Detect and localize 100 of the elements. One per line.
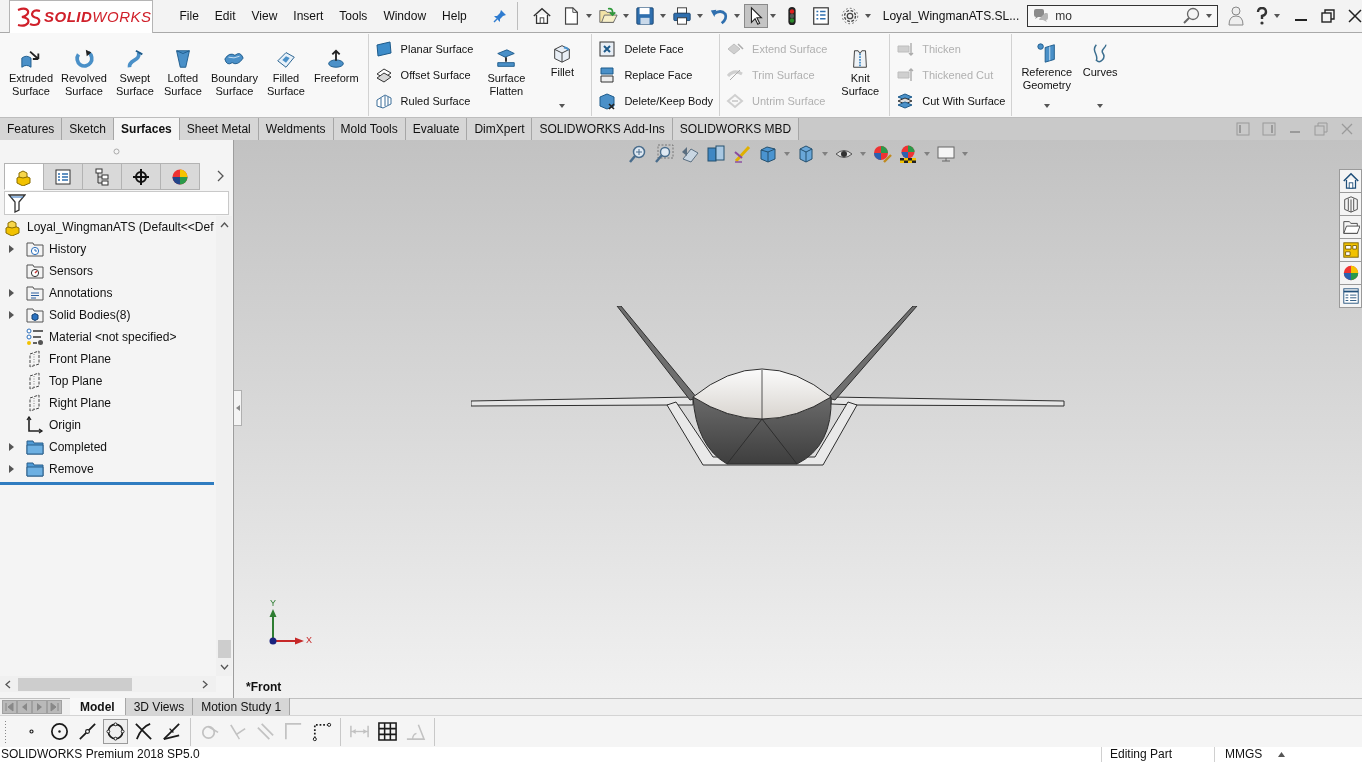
command-tab[interactable]: Features — [0, 118, 63, 140]
tree-item[interactable]: Origin — [49, 416, 81, 434]
bottom-tab[interactable]: 3D Views — [125, 698, 194, 715]
ribbon-button[interactable]: Fillet — [539, 34, 586, 116]
tree-item[interactable]: Sensors — [49, 262, 94, 280]
ribbon-button[interactable]: Knit Surface — [837, 34, 884, 116]
scroll-left-icon[interactable] — [5, 679, 11, 689]
help-icon[interactable] — [1256, 7, 1268, 25]
tree-item[interactable]: Remove — [49, 460, 94, 478]
tree-item[interactable]: Material <not specified> — [49, 328, 177, 346]
menu-item[interactable]: Edit — [206, 6, 244, 26]
zoom-area-icon[interactable] — [654, 144, 674, 164]
command-tab[interactable]: Weldments — [258, 118, 334, 140]
ribbon-list-button[interactable]: Planar Surface — [374, 36, 474, 62]
ribbon-button[interactable]: Reference Geometry — [1018, 34, 1076, 116]
search-field[interactable]: mo — [1027, 5, 1218, 27]
tree-item[interactable]: Solid Bodies(8) — [49, 306, 131, 324]
grid-icon[interactable] — [375, 719, 400, 744]
close-icon[interactable] — [1348, 9, 1362, 23]
section-view-icon[interactable] — [706, 144, 726, 164]
bottom-tab[interactable]: Model — [70, 698, 126, 715]
folder-outline-icon[interactable] — [1341, 218, 1360, 236]
pin-icon[interactable] — [492, 9, 507, 23]
menu-item[interactable]: Insert — [285, 6, 332, 26]
skip-start-icon[interactable] — [2, 700, 17, 714]
menu-item[interactable]: Tools — [331, 6, 376, 26]
splitter-grip-icon[interactable] — [113, 147, 120, 155]
caret-icon[interactable] — [1206, 14, 1212, 18]
ribbon-list-button[interactable]: Delete Face — [598, 36, 714, 62]
menu-item[interactable]: File — [171, 6, 207, 26]
display-style-icon[interactable] — [796, 144, 816, 164]
filter-field[interactable] — [4, 191, 229, 215]
annotation-pencil-icon[interactable] — [732, 144, 752, 164]
command-tab[interactable]: SOLIDWORKS Add-Ins — [532, 118, 673, 140]
bottom-tab[interactable]: Motion Study 1 — [193, 698, 291, 715]
caret-icon[interactable] — [585, 14, 592, 18]
expand-arrow-icon[interactable] — [8, 289, 14, 297]
tree-item[interactable]: Front Plane — [49, 350, 112, 368]
ribbon-button[interactable]: Boundary Surface — [207, 34, 261, 116]
ribbon-button[interactable]: Lofted Surface — [159, 34, 206, 116]
caret-icon[interactable] — [1274, 14, 1280, 18]
scroll-right-icon[interactable] — [202, 679, 208, 689]
command-tab[interactable]: Sketch — [62, 118, 115, 140]
panel-tab[interactable] — [121, 163, 161, 190]
unit-system[interactable]: MMGS — [1214, 747, 1270, 762]
panel-collapse-handle[interactable] — [234, 390, 242, 426]
vertical-scrollbar[interactable] — [216, 216, 232, 676]
ribbon-button[interactable]: Surface Flatten — [483, 34, 530, 116]
scene-ball-icon[interactable] — [898, 144, 918, 164]
command-tab[interactable]: SOLIDWORKS MBD — [672, 118, 800, 140]
view-cube-icon[interactable] — [758, 144, 778, 164]
caret-icon[interactable] — [622, 14, 629, 18]
scroll-thumb[interactable] — [217, 640, 231, 658]
search-icon[interactable] — [1182, 7, 1200, 25]
parts-library-icon[interactable] — [1341, 195, 1360, 213]
user-icon[interactable] — [1228, 6, 1244, 26]
scroll-up-icon[interactable] — [219, 222, 229, 228]
ribbon-button[interactable]: Filled Surface — [263, 34, 309, 116]
custom-properties-icon[interactable] — [1341, 287, 1360, 305]
menu-item[interactable]: Window — [375, 6, 435, 26]
ribbon-button[interactable]: Curves — [1077, 34, 1124, 116]
zoom-to-fit-icon[interactable] — [628, 144, 648, 164]
monitor-icon[interactable] — [936, 144, 956, 164]
caret-icon[interactable] — [659, 14, 666, 18]
view-palette-icon[interactable] — [1341, 241, 1360, 259]
command-tab[interactable]: Sheet Metal — [179, 118, 259, 140]
ribbon-button[interactable]: Extruded Surface — [6, 34, 57, 116]
tree-root[interactable]: Loyal_WingmanATS (Default<<Def — [27, 218, 214, 236]
ribbon-button[interactable]: Swept Surface — [111, 34, 158, 116]
ribbon-button[interactable]: Revolved Surface — [58, 34, 110, 116]
horizontal-scrollbar[interactable] — [0, 676, 216, 692]
expand-arrow-icon[interactable] — [8, 311, 14, 319]
chevron-right-icon[interactable] — [217, 170, 225, 182]
expand-arrow-icon[interactable] — [8, 443, 14, 451]
command-tab[interactable]: Surfaces — [114, 118, 180, 140]
caret-up-icon[interactable] — [1278, 752, 1285, 757]
ribbon-list-button[interactable]: Offset Surface — [374, 62, 474, 88]
menu-item[interactable]: Help — [434, 6, 475, 26]
expand-arrow-icon[interactable] — [8, 245, 14, 253]
color-ball-icon[interactable] — [1341, 264, 1360, 282]
command-tab[interactable]: DimXpert — [467, 118, 533, 140]
toolbar-grip-icon[interactable] — [4, 719, 7, 744]
appearance-ball-icon[interactable] — [872, 144, 892, 164]
logo-panel[interactable]: SOLIDWORKS — [9, 0, 153, 34]
scroll-down-icon[interactable] — [219, 664, 229, 670]
pointer-icon[interactable] — [743, 4, 768, 28]
caret-icon[interactable] — [769, 14, 776, 18]
tree-item[interactable]: Completed — [49, 438, 108, 456]
caret-icon[interactable] — [696, 14, 703, 18]
ribbon-list-button[interactable]: Cut With Surface — [896, 88, 1006, 114]
expand-arrow-icon[interactable] — [8, 465, 14, 473]
home-icon[interactable] — [1341, 172, 1360, 190]
ribbon-list-button[interactable]: Replace Face — [598, 62, 714, 88]
menu-item[interactable]: View — [243, 6, 286, 26]
tree-item[interactable]: Top Plane — [49, 372, 103, 390]
tile-right-icon[interactable] — [1262, 122, 1276, 136]
circle-points-icon[interactable] — [103, 719, 128, 744]
scroll-thumb[interactable] — [18, 677, 132, 691]
tile-left-icon[interactable] — [1236, 122, 1250, 136]
caret-icon[interactable] — [864, 14, 871, 18]
